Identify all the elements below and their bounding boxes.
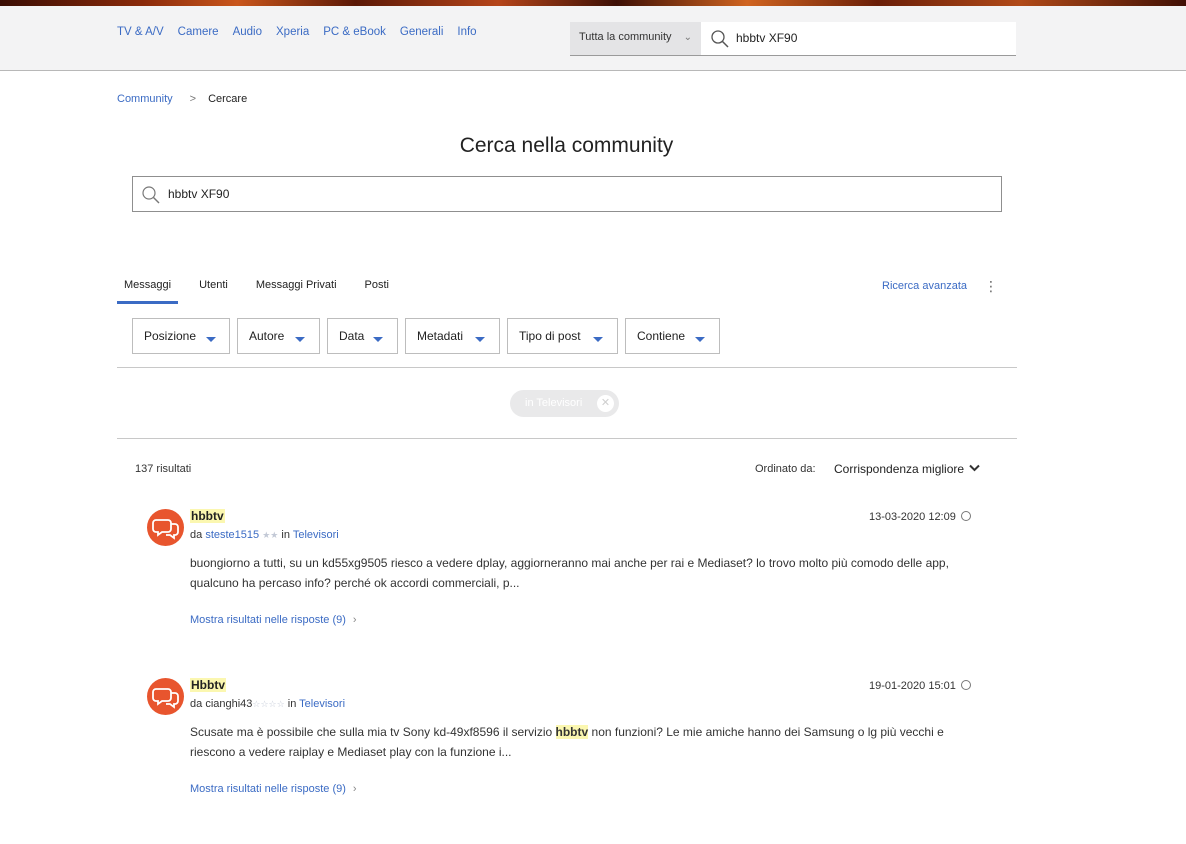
result-title-link[interactable]: Hbbtv (190, 678, 226, 692)
tab-posti[interactable]: Posti (358, 279, 396, 304)
result-snippet-highlight: hbbtv (555, 725, 589, 739)
filter-tipo-di-post[interactable]: Tipo di post (507, 318, 618, 354)
caret-down-icon (593, 337, 603, 342)
chevron-down-icon: ⌄ (683, 32, 692, 43)
sort-dropdown[interactable]: Corrispondenza migliore (834, 462, 980, 476)
search-tabs: Messaggi Utenti Messaggi Privati Posti (117, 279, 410, 304)
result-date: 19-01-2020 15:01 (869, 679, 971, 692)
filter-label: Metadati (417, 329, 464, 343)
discussion-avatar-icon (147, 678, 184, 715)
result-author-link[interactable]: cianghi43 (205, 698, 252, 710)
result-board-link[interactable]: Televisori (293, 529, 339, 541)
show-replies-link[interactable]: Mostra risultati nelle risposte (9) › (190, 614, 357, 626)
search-result-item: hbbtv da steste1515 ★★ in Televisori 13-… (147, 509, 977, 649)
result-date-value: 13-03-2020 12:09 (869, 511, 956, 523)
more-options-icon[interactable]: ⋮ (984, 279, 998, 293)
filter-label: Autore (249, 329, 285, 343)
search-scope-select[interactable]: Tutta la community ⌄ (570, 22, 701, 56)
filter-metadati[interactable]: Metadati (405, 318, 500, 354)
chip-label: in Televisori (525, 397, 583, 409)
breadcrumb: Community > Cercare (117, 93, 247, 105)
result-in-label: in (287, 698, 297, 710)
filter-label: Data (339, 329, 365, 343)
nav-link-info[interactable]: Info (457, 26, 476, 38)
filter-label: Contiene (637, 329, 686, 343)
author-rank-stars-icon: ☆☆☆☆ (252, 699, 285, 709)
result-by-label: da (190, 529, 203, 541)
filter-label: Tipo di post (519, 329, 581, 343)
clock-icon (960, 511, 971, 521)
caret-down-icon (475, 337, 485, 342)
header-search-input[interactable]: hbbtv XF90 (701, 22, 1016, 56)
result-snippet: buongiorno a tutti, su un kd55xg9505 rie… (190, 553, 980, 593)
chevron-right-icon: › (352, 783, 357, 795)
breadcrumb-community-link[interactable]: Community (117, 93, 173, 105)
author-rank-stars-icon: ★★ (262, 530, 279, 540)
results-count: 137 risultati (135, 463, 192, 475)
clock-icon (960, 680, 971, 690)
show-replies-link[interactable]: Mostra risultati nelle risposte (9) › (190, 783, 357, 795)
nav-link-audio[interactable]: Audio (233, 26, 262, 38)
filter-autore[interactable]: Autore (237, 318, 320, 354)
result-snippet-text: Scusate ma è possibile che sulla mia tv … (190, 725, 556, 739)
result-snippet: Scusate ma è possibile che sulla mia tv … (190, 722, 980, 762)
close-icon[interactable]: ✕ (597, 395, 614, 412)
search-icon (141, 185, 161, 210)
nav-link-pc-ebook[interactable]: PC & eBook (323, 26, 386, 38)
active-filter-chip: in Televisori ✕ (510, 390, 619, 417)
chevron-right-icon: › (352, 614, 357, 626)
result-meta: da steste1515 ★★ in Televisori (190, 529, 339, 541)
header-search-value: hbbtv XF90 (736, 31, 798, 45)
search-scope-value: Tutta la community (579, 31, 672, 43)
tab-messaggi-privati[interactable]: Messaggi Privati (249, 279, 344, 304)
result-snippet-text: buongiorno a tutti, su un kd55xg9505 rie… (190, 556, 949, 590)
sort-value: Corrispondenza migliore (834, 462, 965, 476)
main-search-value: hbbtv XF90 (168, 187, 230, 201)
result-date-value: 19-01-2020 15:01 (869, 680, 956, 692)
main-nav: TV & A/V Camere Audio Xperia PC & eBook … (117, 26, 491, 38)
result-board-link[interactable]: Televisori (299, 698, 345, 710)
search-result-item: Hbbtv da cianghi43☆☆☆☆ in Televisori 19-… (147, 678, 977, 818)
caret-down-icon (206, 337, 216, 342)
advanced-search-link[interactable]: Ricerca avanzata (882, 280, 967, 292)
filter-bar: Posizione Autore Data Metadati Tipo di p… (132, 318, 727, 354)
breadcrumb-current: Cercare (208, 93, 248, 105)
nav-link-camere[interactable]: Camere (178, 26, 219, 38)
nav-link-generali[interactable]: Generali (400, 26, 443, 38)
breadcrumb-separator: > (189, 93, 197, 105)
result-meta: da cianghi43☆☆☆☆ in Televisori (190, 698, 345, 710)
nav-link-tv-av[interactable]: TV & A/V (117, 26, 164, 38)
nav-link-xperia[interactable]: Xperia (276, 26, 309, 38)
caret-down-icon (695, 337, 705, 342)
result-by-label: da (190, 698, 203, 710)
result-in-label: in (281, 529, 290, 541)
filter-data[interactable]: Data (327, 318, 398, 354)
result-date: 13-03-2020 12:09 (869, 510, 971, 523)
chevron-down-icon (969, 463, 980, 475)
result-author-link[interactable]: steste1515 (205, 529, 259, 541)
caret-down-icon (373, 337, 383, 342)
page-title: Cerca nella community (459, 134, 674, 157)
sort-label: Ordinato da: (755, 463, 816, 475)
filter-contiene[interactable]: Contiene (625, 318, 720, 354)
divider (117, 438, 1017, 439)
filter-label: Posizione (144, 329, 197, 343)
main-search-input[interactable]: hbbtv XF90 (132, 176, 1002, 212)
show-replies-label: Mostra risultati nelle risposte (9) (190, 783, 346, 795)
filter-posizione[interactable]: Posizione (132, 318, 230, 354)
divider (117, 367, 1017, 368)
tab-utenti[interactable]: Utenti (192, 279, 235, 304)
discussion-avatar-icon (147, 509, 184, 546)
result-title-link[interactable]: hbbtv (190, 509, 225, 523)
caret-down-icon (295, 337, 305, 342)
site-header: TV & A/V Camere Audio Xperia PC & eBook … (0, 6, 1186, 71)
show-replies-label: Mostra risultati nelle risposte (9) (190, 614, 346, 626)
search-icon (710, 29, 730, 54)
tab-messaggi[interactable]: Messaggi (117, 279, 179, 304)
